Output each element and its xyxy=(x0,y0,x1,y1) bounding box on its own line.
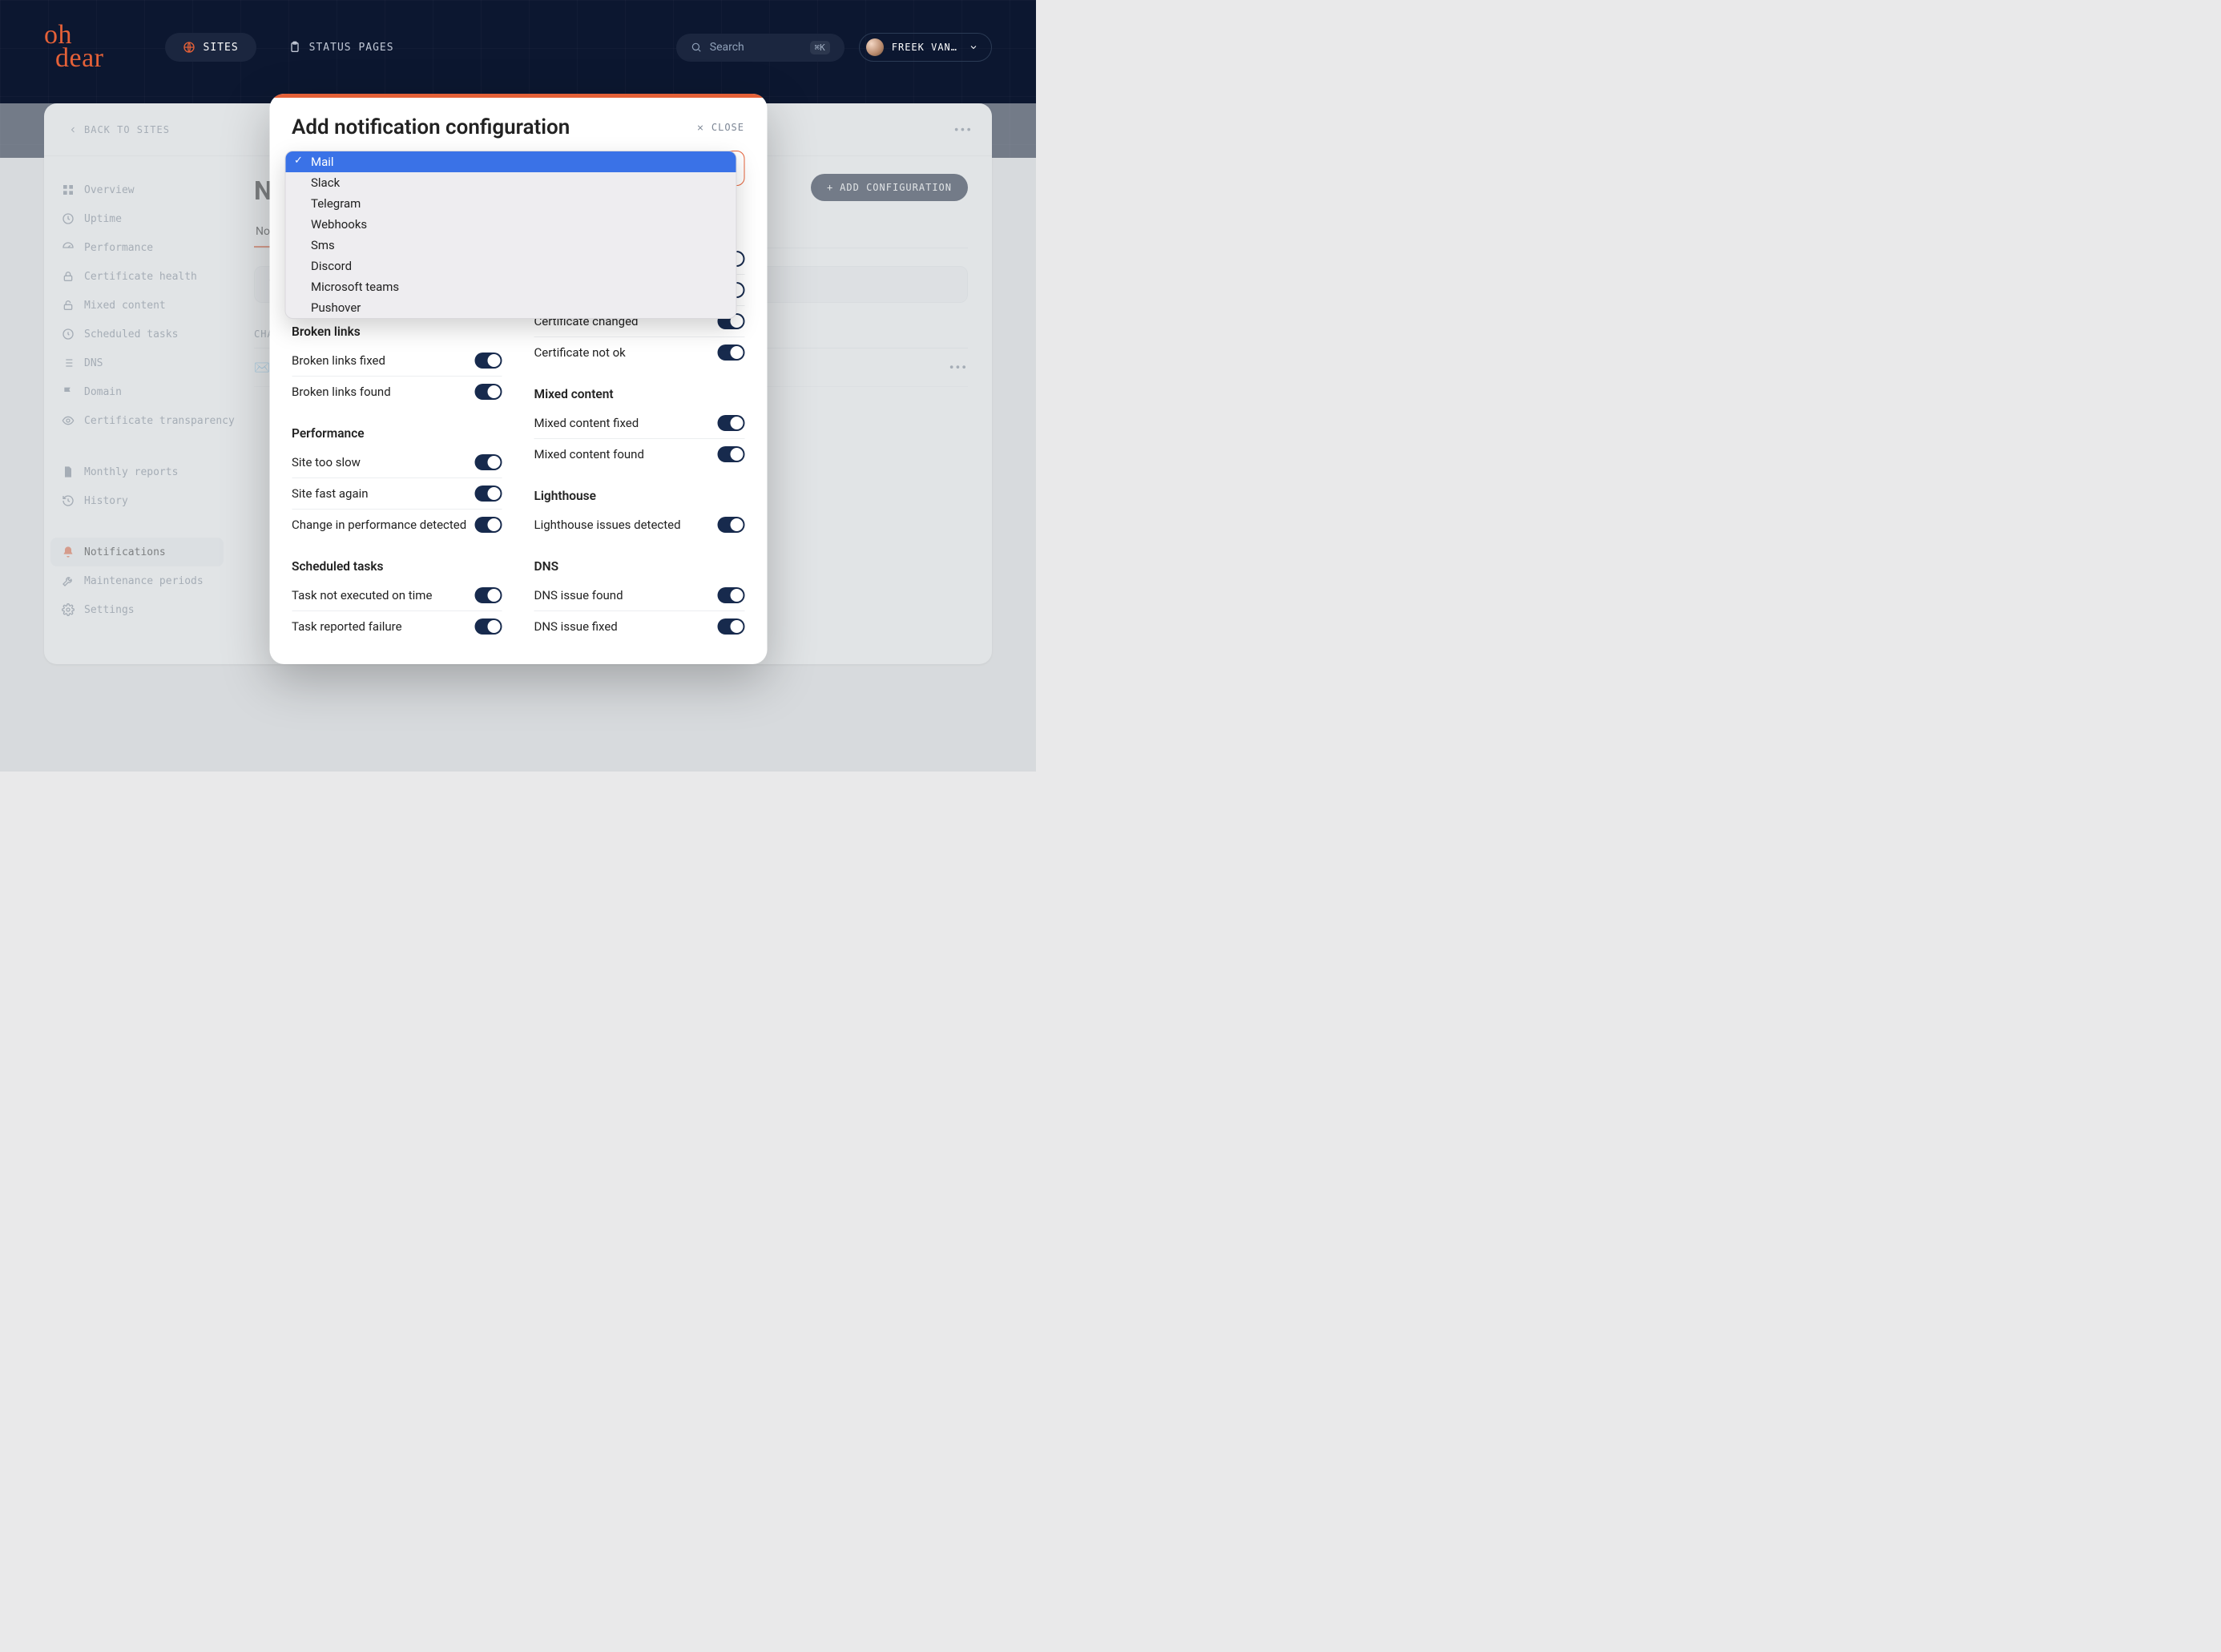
toggle[interactable] xyxy=(475,587,502,603)
option-discord[interactable]: Discord xyxy=(285,256,736,276)
setting-label: Broken links fixed xyxy=(292,353,385,368)
clipboard-icon xyxy=(288,41,301,54)
group-broken links: Broken links Broken links fixed Broken l… xyxy=(292,324,502,407)
chevron-down-icon xyxy=(969,42,978,52)
group-lighthouse: Lighthouse Lighthouse issues detected xyxy=(534,489,745,540)
setting-label: Mixed content found xyxy=(534,447,644,461)
setting-label: Certificate not ok xyxy=(534,345,626,360)
toggle[interactable] xyxy=(717,345,744,361)
channel-dropdown: Mail Slack Telegram Webhooks Sms Discord… xyxy=(284,151,736,319)
search-shortcut: ⌘K xyxy=(810,41,830,54)
setting-certificate not ok: Certificate not ok xyxy=(534,337,745,368)
option-pushover[interactable]: Pushover xyxy=(285,297,736,318)
setting-label: Lighthouse issues detected xyxy=(534,518,681,532)
group-title: Broken links xyxy=(292,324,502,339)
group-title: DNS xyxy=(534,559,745,574)
setting-label: Site fast again xyxy=(292,486,369,501)
group-mixed content: Mixed content Mixed content fixed Mixed … xyxy=(534,387,745,469)
setting-mixed content fixed: Mixed content fixed xyxy=(534,408,745,439)
setting-broken links fixed: Broken links fixed xyxy=(292,345,502,377)
nav-sites[interactable]: SITES xyxy=(165,33,256,62)
setting-mixed content found: Mixed content found xyxy=(534,439,745,469)
setting-site too slow: Site too slow xyxy=(292,447,502,478)
toggle[interactable] xyxy=(717,587,744,603)
group-scheduled tasks: Scheduled tasks Task not executed on tim… xyxy=(292,559,502,642)
group-title: Scheduled tasks xyxy=(292,559,502,574)
globe-icon xyxy=(183,41,195,54)
setting-label: DNS issue fixed xyxy=(534,619,618,634)
avatar xyxy=(866,38,884,56)
option-sms[interactable]: Sms xyxy=(285,235,736,256)
logo[interactable]: oh dear xyxy=(44,24,104,71)
toggle[interactable] xyxy=(717,446,744,462)
toggle[interactable] xyxy=(475,517,502,533)
setting-broken links found: Broken links found xyxy=(292,377,502,407)
option-webhooks[interactable]: Webhooks xyxy=(285,214,736,235)
close-icon xyxy=(696,123,705,132)
setting-change in performance detected: Change in performance detected xyxy=(292,510,502,540)
setting-task reported failure: Task reported failure xyxy=(292,611,502,642)
toggle[interactable] xyxy=(475,454,502,470)
modal-add-notification: Add notification configuration CLOSE Mai… xyxy=(269,94,767,664)
setting-dns issue found: DNS issue found xyxy=(534,580,745,611)
toggle[interactable] xyxy=(475,353,502,369)
user-menu[interactable]: FREEK VAN… xyxy=(859,33,992,62)
setting-label: Task reported failure xyxy=(292,619,402,634)
modal-close-button[interactable]: CLOSE xyxy=(696,122,744,133)
option-slack[interactable]: Slack xyxy=(285,172,736,193)
setting-label: Change in performance detected xyxy=(292,518,466,532)
setting-lighthouse issues detected: Lighthouse issues detected xyxy=(534,510,745,540)
group-title: Lighthouse xyxy=(534,489,745,503)
toggle[interactable] xyxy=(717,618,744,635)
option-telegram[interactable]: Telegram xyxy=(285,193,736,214)
toggle[interactable] xyxy=(717,517,744,533)
search-icon xyxy=(691,42,702,53)
setting-dns issue fixed: DNS issue fixed xyxy=(534,611,745,642)
nav-status-pages[interactable]: STATUS PAGES xyxy=(271,33,412,62)
toggle[interactable] xyxy=(475,618,502,635)
modal-title: Add notification configuration xyxy=(292,115,570,139)
toggle[interactable] xyxy=(475,384,502,400)
group-dns: DNS DNS issue found DNS issue fixed xyxy=(534,559,745,642)
group-title: Mixed content xyxy=(534,387,745,401)
setting-label: Task not executed on time xyxy=(292,588,432,602)
option-mail[interactable]: Mail xyxy=(285,151,736,172)
group-title: Performance xyxy=(292,426,502,441)
group-performance: Performance Site too slow Site fast agai… xyxy=(292,426,502,540)
setting-label: Broken links found xyxy=(292,385,391,399)
option-microsoft teams[interactable]: Microsoft teams xyxy=(285,276,736,297)
setting-label: DNS issue found xyxy=(534,588,623,602)
setting-label: Mixed content fixed xyxy=(534,416,639,430)
toggle[interactable] xyxy=(475,486,502,502)
setting-site fast again: Site fast again xyxy=(292,478,502,510)
setting-task not executed on time: Task not executed on time xyxy=(292,580,502,611)
toggle[interactable] xyxy=(717,415,744,431)
setting-label: Site too slow xyxy=(292,455,361,469)
search-input[interactable]: Search ⌘K xyxy=(676,34,844,62)
